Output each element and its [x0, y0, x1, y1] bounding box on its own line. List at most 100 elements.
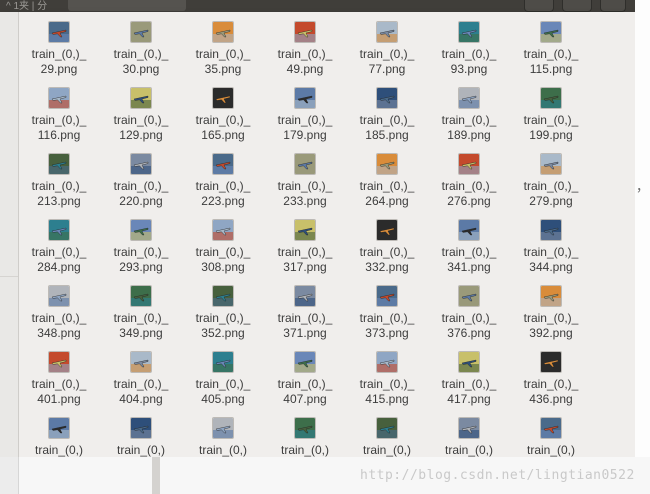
file-name-line2: 404.png — [119, 392, 163, 406]
file-item[interactable]: train_(0,)_ 35.png — [183, 12, 263, 78]
file-item[interactable]: train_(0,)_ 77.png — [347, 12, 427, 78]
image-thumbnail — [212, 417, 234, 439]
file-item[interactable]: train_(0,) — [101, 408, 181, 457]
file-item[interactable]: train_(0,)_ 436.png — [511, 342, 591, 408]
file-name: train_(0,)_ 401.png — [19, 377, 99, 407]
file-name-line2: 407.png — [283, 392, 327, 406]
file-name-line2: 189.png — [447, 128, 491, 142]
file-item[interactable]: train_(0,)_ 220.png — [101, 144, 181, 210]
titlebar-tab[interactable] — [68, 0, 186, 11]
file-item[interactable]: train_(0,) — [19, 408, 99, 457]
file-item[interactable]: train_(0,)_ 284.png — [19, 210, 99, 276]
file-item[interactable]: train_(0,)_ 407.png — [265, 342, 345, 408]
file-item[interactable]: train_(0,)_ 223.png — [183, 144, 263, 210]
image-thumbnail — [48, 219, 70, 241]
file-item[interactable]: train_(0,)_ 332.png — [347, 210, 427, 276]
file-item[interactable]: train_(0,)_ 185.png — [347, 78, 427, 144]
image-thumbnail — [376, 285, 398, 307]
file-item[interactable]: train_(0,)_ 129.png — [101, 78, 181, 144]
file-item[interactable]: train_(0,)_ 189.png — [429, 78, 509, 144]
file-item[interactable]: train_(0,) — [429, 408, 509, 457]
file-item[interactable]: train_(0,)_ 317.png — [265, 210, 345, 276]
file-item[interactable]: train_(0,)_ 376.png — [429, 276, 509, 342]
file-name-line1: train_(0,)_ — [195, 47, 251, 61]
file-item[interactable]: train_(0,)_ 93.png — [429, 12, 509, 78]
file-item[interactable]: train_(0,)_ 279.png — [511, 144, 591, 210]
image-thumbnail — [376, 351, 398, 373]
file-grid[interactable]: train_(0,)_ 29.png train_(0,)_ 30.png train_… — [19, 12, 635, 457]
file-item[interactable]: train_(0,)_ 233.png — [265, 144, 345, 210]
file-item[interactable]: train_(0,)_ 349.png — [101, 276, 181, 342]
file-name-line2: 349.png — [119, 326, 163, 340]
file-name-line2: 29.png — [40, 62, 78, 76]
file-item[interactable]: train_(0,)_ 199.png — [511, 78, 591, 144]
file-name: train_(0,)_ 348.png — [19, 311, 99, 341]
file-name: train_(0,)_ 165.png — [183, 113, 263, 143]
image-thumbnail — [212, 219, 234, 241]
file-item[interactable]: train_(0,)_ 213.png — [19, 144, 99, 210]
file-item[interactable]: train_(0,)_ 373.png — [347, 276, 427, 342]
file-name: train_(0,)_ 407.png — [265, 377, 345, 407]
image-thumbnail — [48, 351, 70, 373]
file-item[interactable]: train_(0,)_ 115.png — [511, 12, 591, 78]
file-name: train_(0,)_ 116.png — [19, 113, 99, 143]
file-item[interactable]: train_(0,)_ 401.png — [19, 342, 99, 408]
file-item[interactable]: train_(0,)_ 341.png — [429, 210, 509, 276]
sidebar[interactable] — [0, 12, 19, 457]
file-name: train_(0,)_ 404.png — [101, 377, 181, 407]
file-name: train_(0,) — [101, 443, 181, 457]
file-item[interactable]: train_(0,)_ 344.png — [511, 210, 591, 276]
image-thumbnail — [130, 351, 152, 373]
file-name-line1: train_(0,)_ — [277, 377, 333, 391]
file-name: train_(0,)_ 371.png — [265, 311, 345, 341]
image-thumbnail — [130, 285, 152, 307]
file-name-line2: 233.png — [283, 194, 327, 208]
file-name: train_(0,)_ 284.png — [19, 245, 99, 275]
file-name-line1: train_(0,)_ — [523, 311, 579, 325]
file-item[interactable]: train_(0,)_ 308.png — [183, 210, 263, 276]
file-name: train_(0,)_ 189.png — [429, 113, 509, 143]
file-item[interactable]: train_(0,)_ 415.png — [347, 342, 427, 408]
file-name-line1: train_(0,)_ — [441, 179, 497, 193]
file-name-line2: 392.png — [529, 326, 573, 340]
file-item[interactable]: train_(0,)_ 352.png — [183, 276, 263, 342]
file-item[interactable]: train_(0,)_ 405.png — [183, 342, 263, 408]
file-item[interactable]: train_(0,)_ 29.png — [19, 12, 99, 78]
file-name-line1: train_(0,)_ — [523, 377, 579, 391]
file-name-line1: train_(0,)_ — [441, 311, 497, 325]
file-item[interactable]: train_(0,) — [265, 408, 345, 457]
file-item[interactable]: train_(0,)_ 179.png — [265, 78, 345, 144]
file-item[interactable]: train_(0,) — [511, 408, 591, 457]
file-item[interactable]: train_(0,)_ 276.png — [429, 144, 509, 210]
file-item[interactable]: train_(0,)_ 49.png — [265, 12, 345, 78]
file-item[interactable]: train_(0,)_ 116.png — [19, 78, 99, 144]
file-item[interactable]: train_(0,)_ 371.png — [265, 276, 345, 342]
titlebar-button[interactable] — [600, 0, 626, 12]
file-item[interactable]: train_(0,)_ 417.png — [429, 342, 509, 408]
file-item[interactable]: train_(0,)_ 264.png — [347, 144, 427, 210]
titlebar-button[interactable] — [562, 0, 592, 12]
file-name-line1: train_(0,)_ — [277, 245, 333, 259]
file-item[interactable]: train_(0,)_ 348.png — [19, 276, 99, 342]
file-name-line2: 352.png — [201, 326, 245, 340]
window-titlebar: ^ 1夹 | 分 — [0, 0, 635, 12]
file-item[interactable]: train_(0,)_ 392.png — [511, 276, 591, 342]
image-thumbnail — [48, 417, 70, 439]
file-item[interactable]: train_(0,)_ 30.png — [101, 12, 181, 78]
image-thumbnail — [540, 153, 562, 175]
file-item[interactable]: train_(0,) — [347, 408, 427, 457]
file-name-line1: train_(0,)_ — [441, 47, 497, 61]
file-name-line2: 179.png — [283, 128, 327, 142]
file-name-line1: train_(0,)_ — [277, 311, 333, 325]
file-name-line2: 213.png — [37, 194, 81, 208]
background-panel — [0, 457, 19, 494]
file-name-line2: 129.png — [119, 128, 163, 142]
file-item[interactable]: train_(0,)_ 404.png — [101, 342, 181, 408]
file-item[interactable]: train_(0,) — [183, 408, 263, 457]
titlebar-button[interactable] — [524, 0, 554, 12]
file-item[interactable]: train_(0,)_ 293.png — [101, 210, 181, 276]
file-item[interactable]: train_(0,)_ 165.png — [183, 78, 263, 144]
file-name-line1: train_(0,)_ — [31, 179, 87, 193]
file-name-line2: 436.png — [529, 392, 573, 406]
image-thumbnail — [376, 417, 398, 439]
